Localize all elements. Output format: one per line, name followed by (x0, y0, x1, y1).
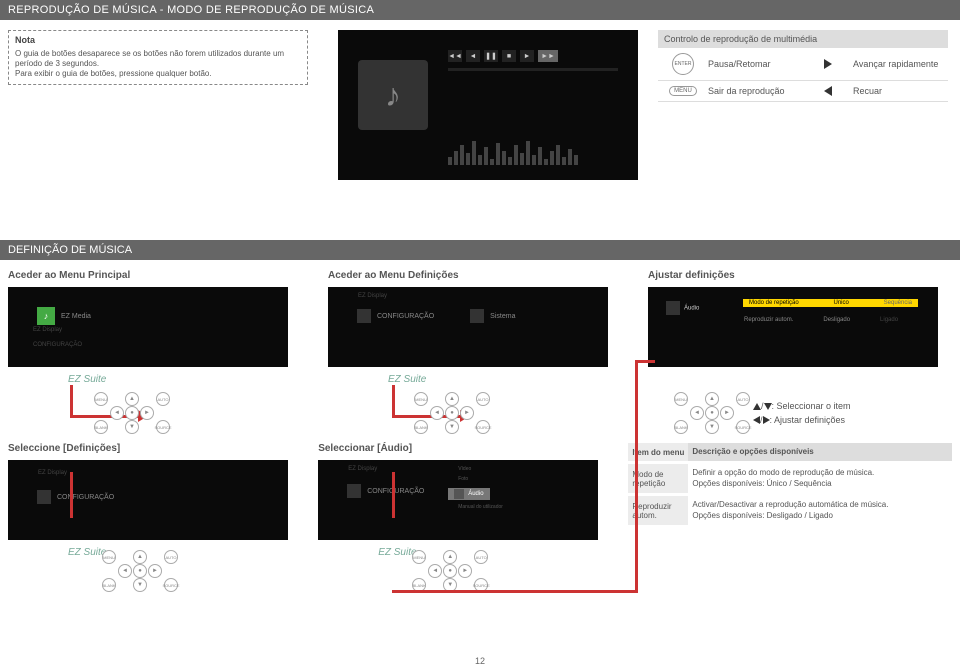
legend-select: : Seleccionar o item (772, 401, 851, 411)
config-label: CONFIGURAÇÃO (367, 488, 424, 495)
ez-display-label: EZ Display (348, 466, 377, 472)
ez-media-icon: ♪ (37, 307, 55, 325)
col3-title: Ajustar definições (648, 270, 952, 281)
foto-label: Foto (458, 476, 468, 482)
video-label: Vídeo (458, 466, 471, 472)
config-icon (357, 309, 371, 323)
ez-suite-label: EZ Suite (378, 547, 416, 558)
dpad-icon: ▲ ◄ ● ► ▼ MENU AUTO BLANK SOURCE (100, 400, 165, 440)
note-heading: Nota (15, 35, 301, 47)
select-definicoes-screenshot: EZ Display CONFIGURAÇÃO (8, 460, 288, 540)
audio-icon (666, 301, 680, 315)
note-line2: Para exibir o guia de botões, pressione … (15, 69, 301, 79)
repr-autom-label: Reproduzir autom. (744, 317, 793, 323)
note-line1: O guia de botões desaparece se os botões… (15, 49, 301, 70)
menu-button-icon: MENU (669, 86, 697, 96)
dpad-icon: ▲ ◄ ● ► ▼ MENU AUTO BLANK SOURCE (680, 400, 745, 440)
table-row: MENU Sair da reprodução Recuar (658, 81, 948, 102)
config-label: CONFIGURAÇÃO (33, 342, 82, 348)
next-icon: ►► (538, 50, 558, 62)
desc-opts: Opções disponíveis: Único / Sequência (692, 479, 948, 489)
ez-display-label: EZ Display (358, 293, 387, 299)
table-row: ENTER Pausa/Retomar Avançar rapidamente (658, 48, 948, 81)
arrow-right-icon (824, 59, 832, 69)
ligado-label: Ligado (880, 317, 898, 323)
manual-label: Manual do utilizador (458, 504, 503, 510)
legend: /: Seleccionar o item /: Ajustar definiç… (753, 400, 851, 427)
desc-opts: Opções disponíveis: Desligado / Ligado (692, 511, 948, 521)
sistema-label: Sistema (490, 313, 515, 320)
red-connector (635, 360, 638, 593)
control-table: Controlo de reprodução de multimédia ENT… (658, 30, 948, 102)
ctrl-label: Sair da reprodução (708, 86, 803, 96)
red-connector (392, 472, 395, 518)
page-title: REPRODUÇÃO DE MÚSICA - MODO DE REPRODUÇÃ… (0, 0, 960, 20)
down-icon (764, 403, 772, 410)
ez-display-label: EZ Display (38, 470, 67, 476)
config-label: CONFIGURAÇÃO (377, 313, 434, 320)
audio-label: Áudio (468, 491, 483, 497)
desligado-label: Desligado (823, 317, 850, 323)
desc-text: Definir a opção do modo de reprodução de… (692, 468, 948, 478)
ez-display-label: EZ Display (33, 327, 62, 333)
col1-title: Aceder ao Menu Principal (8, 270, 312, 281)
red-connector (635, 360, 655, 363)
table-row: Modo de repetição Definir a opção do mod… (628, 464, 952, 496)
control-table-header: Controlo de reprodução de multimédia (658, 30, 948, 48)
prev-icon: ◄◄ (448, 50, 462, 62)
settings-menu-screenshot: EZ Display CONFIGURAÇÃO Sistema (328, 287, 608, 367)
dpad-icon: ▲ ◄ ● ► ▼ MENU AUTO BLANK SOURCE (420, 400, 485, 440)
ctrl-arrow-label: Avançar rapidamente (853, 59, 948, 69)
desc-text: Activar/Desactivar a reprodução automáti… (692, 500, 948, 510)
audio-icon (454, 489, 464, 499)
unico-label: Único (834, 300, 849, 306)
main-menu-screenshot: ♪ EZ Media EZ Display CONFIGURAÇÃO (8, 287, 288, 367)
page-number: 12 (0, 656, 960, 666)
fwd-icon: ► (520, 50, 534, 62)
up-icon (753, 403, 761, 410)
red-connector (70, 472, 73, 518)
ez-suite-label: EZ Suite (68, 547, 106, 558)
modo-rep-label: Modo de repetição (749, 300, 799, 306)
config-icon (347, 484, 361, 498)
ctrl-arrow-label: Recuar (853, 86, 948, 96)
rew-icon: ◄ (466, 50, 480, 62)
section-title: DEFINIÇÃO DE MÚSICA (0, 240, 960, 260)
bottom-col2-title: Seleccionar [Áudio] (318, 443, 612, 454)
ez-suite-label: EZ Suite (68, 374, 106, 385)
transport-controls: ◄◄ ◄ ❚❚ ■ ► ►► (448, 50, 558, 62)
player-screenshot: ♪ ◄◄ ◄ ❚❚ ■ ► ►► (338, 30, 638, 180)
pause-icon: ❚❚ (484, 50, 498, 62)
arrow-left-icon (824, 86, 832, 96)
adjust-settings-screenshot: Áudio Modo de repetição Único Sequência Re… (648, 287, 938, 367)
right-icon (763, 416, 770, 424)
stop-icon: ■ (502, 50, 516, 62)
config-label: CONFIGURAÇÃO (57, 494, 114, 501)
ctrl-label: Pausa/Retomar (708, 59, 803, 69)
col2-title: Aceder ao Menu Definições (328, 270, 632, 281)
enter-button-icon: ENTER (672, 53, 694, 75)
progress-bar (448, 68, 618, 71)
select-audio-screenshot: EZ Display CONFIGURAÇÃO Vídeo Foto Áudio… (318, 460, 598, 540)
description-table: Item do menu Descrição e opções disponív… (628, 443, 952, 528)
equalizer-icon (448, 141, 578, 165)
table-row: Reproduzir autom. Activar/Desactivar a r… (628, 496, 952, 528)
audio-highlight: Áudio (448, 488, 489, 500)
bottom-col1-title: Seleccione [Definições] (8, 443, 302, 454)
music-note-icon: ♪ (358, 60, 428, 130)
audio-label: Áudio (684, 306, 699, 312)
seq-label: Sequência (884, 300, 912, 306)
dpad-icon: ▲ ◄ ● ► ▼ MENU AUTO BLANK SOURCE (108, 558, 173, 598)
config-icon (37, 490, 51, 504)
left-icon (753, 416, 760, 424)
sistema-icon (470, 309, 484, 323)
note-box: Nota O guia de botões desaparece se os b… (8, 30, 308, 85)
desc-header2: Descrição e opções disponíveis (688, 443, 952, 461)
legend-adjust: : Ajustar definições (770, 415, 846, 425)
ez-media-label: EZ Media (61, 313, 91, 320)
red-connector (392, 590, 637, 593)
ez-suite-label: EZ Suite (388, 374, 426, 385)
